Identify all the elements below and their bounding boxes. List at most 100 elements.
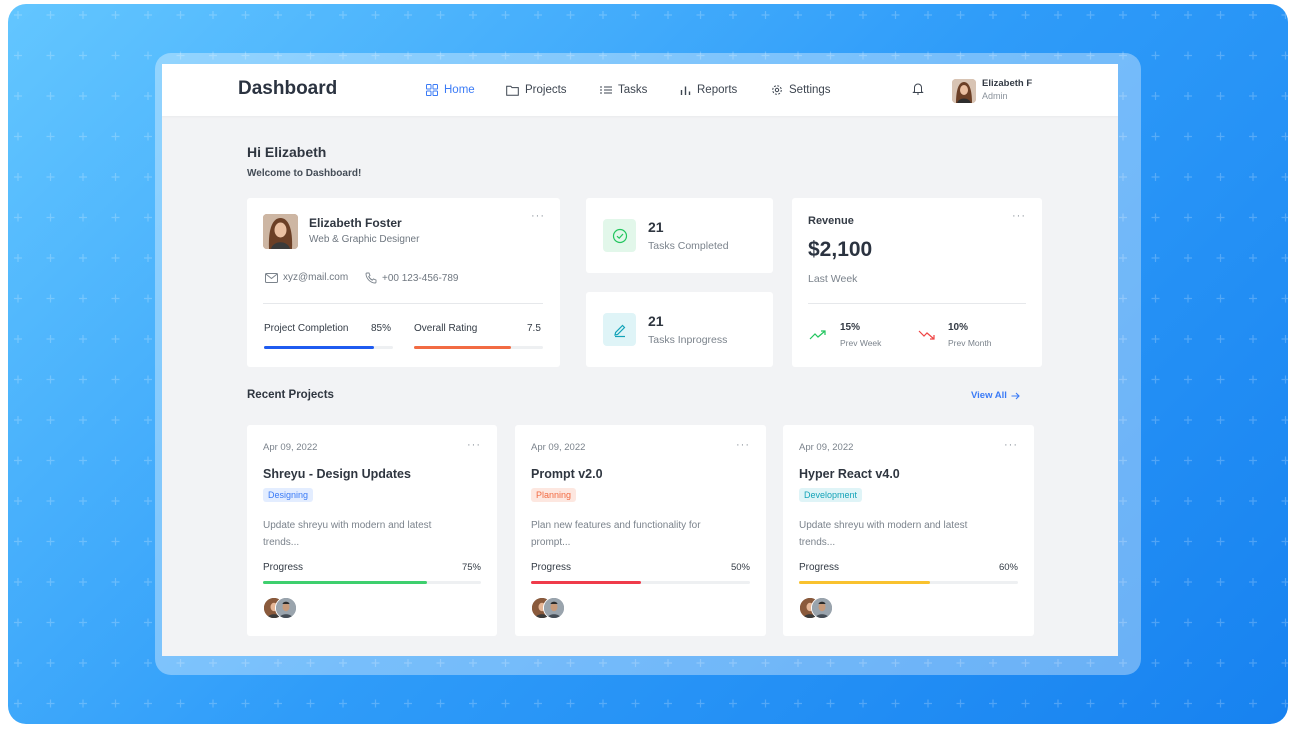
profile-name: Elizabeth Foster bbox=[309, 216, 402, 230]
nav-reports[interactable]: Reports bbox=[680, 64, 737, 116]
avatar-portrait bbox=[952, 79, 976, 103]
nav-projects[interactable]: Projects bbox=[506, 64, 567, 116]
trend-down-icon bbox=[918, 330, 935, 340]
view-all-link[interactable]: View All bbox=[971, 390, 1020, 401]
tasks-inprogress-count: 21 bbox=[648, 313, 664, 329]
revenue-period: Last Week bbox=[808, 273, 858, 285]
project-progress-value: 75% bbox=[461, 562, 481, 573]
project-progress-value: 60% bbox=[998, 562, 1018, 573]
avatar-portrait bbox=[544, 598, 564, 618]
bell-icon[interactable] bbox=[912, 82, 924, 95]
completion-progress-fill bbox=[264, 346, 374, 349]
completion-progress-track bbox=[264, 346, 393, 349]
phone-icon bbox=[365, 272, 377, 284]
divider bbox=[808, 303, 1026, 304]
arrow-right-icon bbox=[1011, 392, 1020, 399]
profile-portrait bbox=[263, 214, 298, 249]
trend-up-icon bbox=[809, 330, 826, 340]
prev-week-label: Prev Week bbox=[840, 338, 882, 348]
project-progress-label: Progress bbox=[263, 562, 304, 573]
rating-progress-track bbox=[414, 346, 543, 349]
project-menu-button[interactable]: ··· bbox=[736, 439, 750, 451]
project-progress-value: 50% bbox=[730, 562, 750, 573]
user-name: Elizabeth F bbox=[982, 78, 1033, 89]
nav-reports-label: Reports bbox=[697, 84, 738, 96]
project-progress-fill bbox=[531, 581, 641, 584]
profile-phone-text: +00 123-456-789 bbox=[382, 272, 459, 284]
user-avatar[interactable] bbox=[952, 79, 976, 103]
mail-icon bbox=[265, 272, 278, 283]
avatar-portrait bbox=[276, 598, 296, 618]
nav-home[interactable]: Home bbox=[426, 64, 475, 116]
member-avatar[interactable] bbox=[543, 597, 565, 619]
greeting-title: Hi Elizabeth bbox=[247, 144, 327, 160]
profile-email[interactable]: xyz@mail.com bbox=[265, 272, 348, 283]
project-date: Apr 09, 2022 bbox=[263, 442, 318, 453]
nav-home-label: Home bbox=[444, 84, 475, 96]
prev-month-label: Prev Month bbox=[948, 338, 992, 348]
nav-projects-label: Projects bbox=[525, 84, 567, 96]
nav-tasks-label: Tasks bbox=[618, 84, 648, 96]
project-description: Plan new features and functionality for … bbox=[531, 520, 701, 548]
metric-label-completion: Project Completion bbox=[264, 323, 349, 334]
nav-settings[interactable]: Settings bbox=[771, 64, 831, 116]
grid-icon bbox=[426, 84, 438, 96]
view-all-label: View All bbox=[971, 390, 1007, 401]
project-card[interactable]: Apr 09, 2022 ··· Shreyu - Design Updates… bbox=[247, 425, 497, 636]
bar-chart-icon bbox=[680, 86, 691, 95]
project-status-badge: Development bbox=[799, 488, 863, 502]
profile-title: Web & Graphic Designer bbox=[309, 234, 420, 245]
divider bbox=[263, 303, 543, 304]
profile-photo bbox=[263, 214, 298, 249]
tasks-inprogress-card: 21 Tasks Inprogress bbox=[586, 292, 773, 367]
tasks-inprogress-icon-box bbox=[603, 313, 636, 346]
project-progress-track bbox=[531, 581, 750, 584]
project-description: Update shreyu with modern and latest tre… bbox=[799, 520, 968, 548]
revenue-title: Revenue bbox=[808, 215, 854, 227]
project-progress-fill bbox=[263, 581, 427, 584]
folder-icon bbox=[506, 85, 519, 96]
tasks-completed-count: 21 bbox=[648, 219, 664, 235]
project-menu-button[interactable]: ··· bbox=[1004, 439, 1018, 451]
project-progress-track bbox=[799, 581, 1018, 584]
greeting-subtitle: Welcome to Dashboard! bbox=[247, 168, 362, 179]
avatar-portrait bbox=[812, 598, 832, 618]
project-menu-button[interactable]: ··· bbox=[467, 439, 481, 451]
revenue-menu-button[interactable]: ··· bbox=[1012, 210, 1026, 222]
profile-phone[interactable]: +00 123-456-789 bbox=[365, 272, 458, 284]
project-progress-fill bbox=[799, 581, 931, 584]
revenue-card: Revenue ··· $2,100 Last Week 15% Prev We… bbox=[792, 198, 1042, 367]
nav-tasks[interactable]: Tasks bbox=[600, 64, 647, 116]
project-card[interactable]: Apr 09, 2022 ··· Prompt v2.0 Planning Pl… bbox=[515, 425, 766, 636]
tasks-inprogress-label: Tasks Inprogress bbox=[648, 334, 728, 346]
project-title: Shreyu - Design Updates bbox=[263, 467, 411, 481]
project-status-badge: Planning bbox=[531, 488, 577, 502]
nav-settings-label: Settings bbox=[789, 84, 831, 96]
project-progress-label: Progress bbox=[799, 562, 840, 573]
member-avatar[interactable] bbox=[275, 597, 297, 619]
tasks-completed-label: Tasks Completed bbox=[648, 240, 729, 252]
pencil-icon bbox=[613, 324, 625, 337]
metric-value-rating: 7.5 bbox=[527, 323, 541, 334]
metric-value-completion: 85% bbox=[371, 323, 392, 334]
project-description: Update shreyu with modern and latest tre… bbox=[263, 520, 432, 548]
rating-progress-fill bbox=[414, 346, 511, 349]
profile-email-text: xyz@mail.com bbox=[283, 272, 349, 283]
top-navbar: Dashboard Home Projects Tasks Reports Se… bbox=[162, 64, 1118, 116]
project-title: Hyper React v4.0 bbox=[799, 467, 900, 481]
revenue-amount: $2,100 bbox=[808, 238, 873, 261]
project-progress-label: Progress bbox=[531, 562, 572, 573]
project-title: Prompt v2.0 bbox=[531, 467, 603, 481]
recent-projects-title: Recent Projects bbox=[247, 389, 334, 401]
gear-icon bbox=[772, 85, 782, 95]
project-card[interactable]: Apr 09, 2022 ··· Hyper React v4.0 Develo… bbox=[783, 425, 1034, 636]
project-status-badge: Designing bbox=[263, 488, 314, 502]
project-date: Apr 09, 2022 bbox=[799, 442, 854, 453]
metric-label-rating: Overall Rating bbox=[414, 323, 478, 334]
profile-menu-button[interactable]: ··· bbox=[531, 210, 545, 222]
project-date: Apr 09, 2022 bbox=[531, 442, 586, 453]
member-avatar[interactable] bbox=[811, 597, 833, 619]
dashboard-app: Dashboard Home Projects Tasks Reports Se… bbox=[162, 64, 1118, 656]
prev-month-value: 10% bbox=[948, 322, 969, 333]
check-circle-icon bbox=[612, 228, 627, 243]
